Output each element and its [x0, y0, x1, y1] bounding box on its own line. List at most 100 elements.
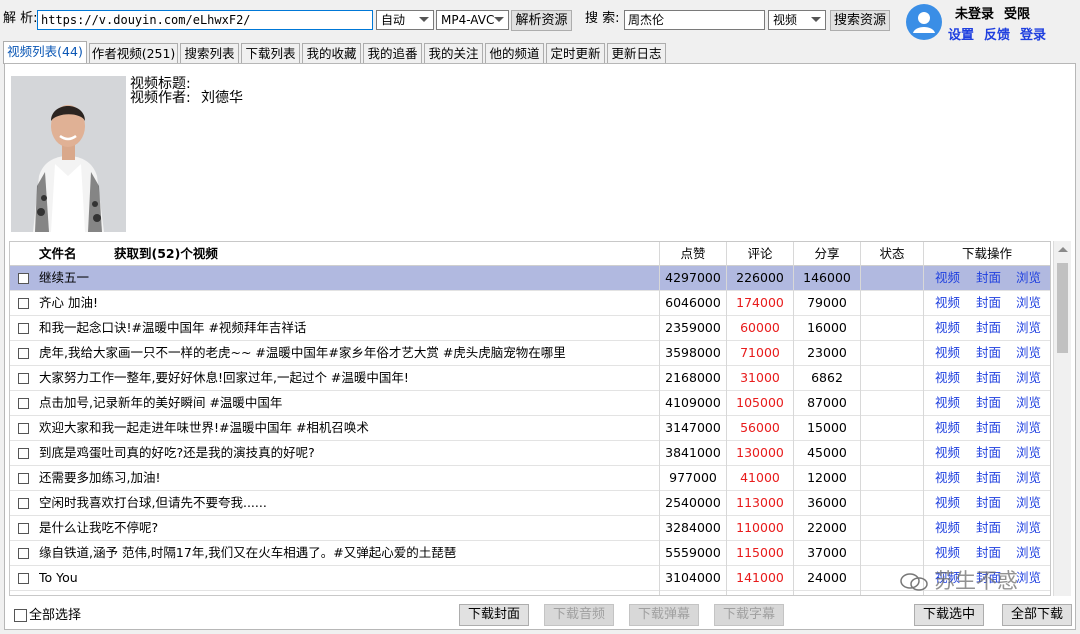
row-checkbox[interactable] [18, 523, 29, 534]
row-checkbox[interactable] [18, 473, 29, 484]
row-browse-link[interactable]: 浏览 [1016, 441, 1041, 465]
download-all-button[interactable]: 全部下载 [1002, 604, 1072, 626]
table-scrollbar[interactable] [1053, 241, 1071, 596]
tab-scheduled-update[interactable]: 定时更新 [546, 43, 605, 63]
table-row[interactable]: 缘自铁道,涵予 范伟,时隔17年,我们又在火车相遇了。#又弹起心爱的土琵琶 555… [10, 541, 1050, 566]
column-status[interactable]: 状态 [861, 242, 923, 265]
row-cover-link[interactable]: 封面 [976, 416, 1001, 440]
table-row[interactable]: 空闲时我喜欢打台球,但请先不要夸我...... 2540000 113000 3600… [10, 491, 1050, 516]
mode-select[interactable]: 自动 [376, 10, 434, 30]
row-video-link[interactable]: 视频 [935, 341, 960, 365]
column-shares[interactable]: 分享 [794, 242, 860, 265]
settings-link[interactable]: 设置 [948, 24, 974, 43]
table-row[interactable]: 和我一起念口诀!#温暖中国年 #视频拜年吉祥话 2359000 60000 16000… [10, 316, 1050, 341]
tab-download-list[interactable]: 下载列表 [241, 43, 300, 63]
row-browse-link[interactable]: 浏览 [1016, 491, 1041, 515]
download-subtitle-button[interactable]: 下载字幕 [714, 604, 784, 626]
table-row[interactable]: 继续五一 4297000 226000 146000 视频 封面 浏览 [10, 266, 1050, 291]
row-checkbox[interactable] [18, 498, 29, 509]
row-browse-link[interactable]: 浏览 [1016, 391, 1041, 415]
format-select[interactable]: MP4-AVC [436, 10, 509, 30]
login-link[interactable]: 登录 [1020, 24, 1046, 43]
table-row[interactable]: 大家努力工作一整年,要好好休息!回家过年,一起过个 #温暖中国年! 2168000… [10, 366, 1050, 391]
row-browse-link[interactable]: 浏览 [1016, 541, 1041, 565]
tab-following-series[interactable]: 我的追番 [363, 43, 422, 63]
row-cover-link[interactable]: 封面 [976, 291, 1001, 315]
url-input[interactable]: https://v.douyin.com/eLhwxF2/ [37, 10, 373, 30]
download-audio-button[interactable]: 下载音频 [544, 604, 614, 626]
row-video-link[interactable]: 视频 [935, 516, 960, 540]
tab-his-channel[interactable]: 他的频道 [485, 43, 544, 63]
row-video-link[interactable]: 视频 [935, 366, 960, 390]
download-selected-button[interactable]: 下载选中 [914, 604, 984, 626]
row-cover-link[interactable]: 封面 [976, 516, 1001, 540]
search-type-select[interactable]: 视频 [768, 10, 826, 30]
row-checkbox[interactable] [18, 398, 29, 409]
download-cover-button[interactable]: 下载封面 [459, 604, 529, 626]
row-cover-link[interactable]: 封面 [976, 266, 1001, 290]
search-button[interactable]: 搜索资源 [830, 10, 890, 31]
row-video-link[interactable]: 视频 [935, 566, 960, 590]
feedback-link[interactable]: 反馈 [984, 24, 1010, 43]
row-browse-link[interactable]: 浏览 [1016, 366, 1041, 390]
row-browse-link[interactable]: 浏览 [1016, 341, 1041, 365]
row-cover-link[interactable]: 封面 [976, 391, 1001, 415]
table-row[interactable]: 点击加号,记录新年的美好瞬间 #温暖中国年 4109000 105000 87000 视… [10, 391, 1050, 416]
parse-button[interactable]: 解析资源 [511, 10, 572, 31]
row-browse-link[interactable]: 浏览 [1016, 416, 1041, 440]
table-row[interactable]: 欢迎大家和我一起走进年味世界!#温暖中国年 #相机召唤术 3147000 56000… [10, 416, 1050, 441]
search-input[interactable]: 周杰伦 [624, 10, 765, 30]
row-checkbox[interactable] [18, 573, 29, 584]
table-row[interactable]: 还需要多加练习,加油! 977000 41000 12000 视频 封面 浏览 [10, 466, 1050, 491]
table-row[interactable]: 到底是鸡蛋吐司真的好吃?还是我的演技真的好呢? 3841000 130000 4500… [10, 441, 1050, 466]
row-checkbox[interactable] [18, 323, 29, 334]
table-row[interactable]: 是什么让我吃不停呢? 3284000 110000 22000 视频 封面 浏览 [10, 516, 1050, 541]
row-browse-link[interactable]: 浏览 [1016, 516, 1041, 540]
tab-favorites[interactable]: 我的收藏 [302, 43, 361, 63]
row-checkbox[interactable] [18, 348, 29, 359]
row-cover-link[interactable]: 封面 [976, 316, 1001, 340]
table-row[interactable]: 齐心 加油! 6046000 174000 79000 视频 封面 浏览 [10, 291, 1050, 316]
row-cover-link[interactable]: 封面 [976, 466, 1001, 490]
download-danmaku-button[interactable]: 下载弹幕 [629, 604, 699, 626]
scroll-up-icon[interactable] [1058, 247, 1068, 252]
row-checkbox[interactable] [18, 423, 29, 434]
tab-my-follows[interactable]: 我的关注 [424, 43, 483, 63]
tab-video-list[interactable]: 视频列表(44) [3, 41, 87, 64]
row-video-link[interactable]: 视频 [935, 316, 960, 340]
row-browse-link[interactable]: 浏览 [1016, 316, 1041, 340]
table-row[interactable]: To You 3104000 141000 24000 视频 封面 浏览 [10, 566, 1050, 591]
tab-changelog[interactable]: 更新日志 [607, 43, 666, 63]
row-cover-link[interactable]: 封面 [976, 366, 1001, 390]
row-browse-link[interactable]: 浏览 [1016, 566, 1041, 590]
tab-author-videos[interactable]: 作者视频(251) [89, 43, 178, 63]
row-cover-link[interactable]: 封面 [976, 441, 1001, 465]
row-browse-link[interactable]: 浏览 [1016, 291, 1041, 315]
row-video-link[interactable]: 视频 [935, 391, 960, 415]
row-checkbox[interactable] [18, 273, 29, 284]
row-checkbox[interactable] [18, 373, 29, 384]
row-video-link[interactable]: 视频 [935, 541, 960, 565]
row-checkbox[interactable] [18, 298, 29, 309]
row-video-link[interactable]: 视频 [935, 266, 960, 290]
row-cover-link[interactable]: 封面 [976, 341, 1001, 365]
column-file-name[interactable]: 文件名 [39, 242, 77, 265]
avatar[interactable] [906, 4, 942, 40]
row-video-link[interactable]: 视频 [935, 491, 960, 515]
row-video-link[interactable]: 视频 [935, 441, 960, 465]
table-row[interactable]: 虎年,我给大家画一只不一样的老虎~~ #温暖中国年#家乡年俗才艺大赏 #虎头虎脑… [10, 341, 1050, 366]
row-video-link[interactable]: 视频 [935, 466, 960, 490]
column-likes[interactable]: 点赞 [660, 242, 726, 265]
row-browse-link[interactable]: 浏览 [1016, 266, 1041, 290]
row-cover-link[interactable]: 封面 [976, 566, 1001, 590]
row-browse-link[interactable]: 浏览 [1016, 466, 1041, 490]
row-video-link[interactable]: 视频 [935, 291, 960, 315]
row-checkbox[interactable] [18, 448, 29, 459]
select-all-checkbox[interactable] [14, 609, 27, 622]
row-checkbox[interactable] [18, 548, 29, 559]
tab-search-list[interactable]: 搜索列表 [180, 43, 239, 63]
row-video-link[interactable]: 视频 [935, 416, 960, 440]
scrollbar-thumb[interactable] [1057, 263, 1068, 353]
row-cover-link[interactable]: 封面 [976, 491, 1001, 515]
column-comments[interactable]: 评论 [727, 242, 793, 265]
